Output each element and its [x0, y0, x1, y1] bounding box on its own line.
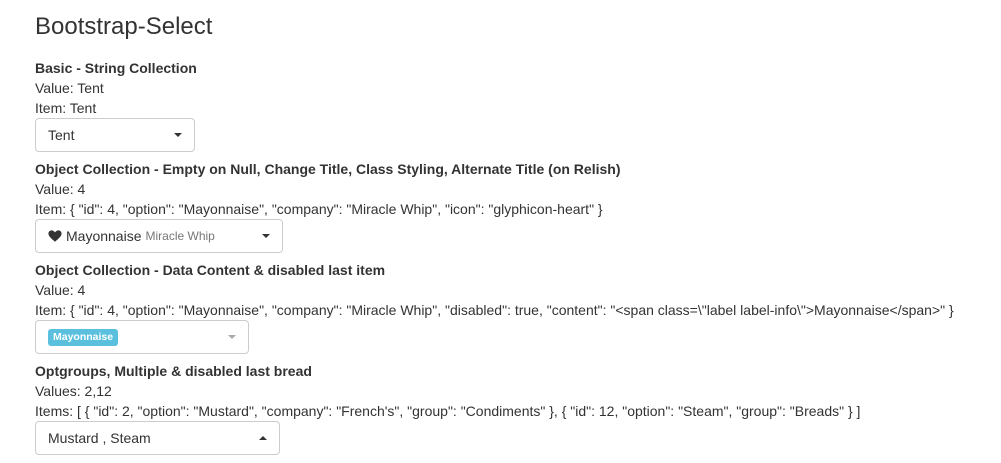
section-object-collection: Object Collection - Empty on Null, Chang…: [35, 159, 620, 253]
item-text: Item: Tent: [35, 100, 97, 116]
relish-select[interactable]: Mayonnaise Miracle Whip: [35, 219, 283, 253]
section-title: Object Collection - Empty on Null, Chang…: [35, 161, 621, 177]
value-text: Value: 4: [35, 282, 86, 298]
section-string-collection: Basic - String Collection Value: Tent It…: [35, 58, 197, 152]
caret-down-icon: [174, 133, 182, 137]
data-content-select[interactable]: Mayonnaise: [35, 320, 249, 354]
value-text: Values: 2,12: [35, 383, 112, 399]
item-text: Item: { "id": 4, "option": "Mayonnaise",…: [35, 201, 603, 217]
label-info-badge: Mayonnaise: [48, 328, 119, 346]
caret-down-icon: [228, 335, 236, 339]
caret-down-icon: [262, 234, 270, 238]
value-text: Value: 4: [35, 181, 86, 197]
select-label: Tent: [48, 127, 75, 143]
caret-up-icon: [259, 436, 267, 440]
item-text: Items: [ { "id": 2, "option": "Mustard",…: [35, 403, 861, 419]
value-text: Value: Tent: [35, 80, 104, 96]
section-title: Object Collection - Data Content & disab…: [35, 262, 386, 278]
section-optgroups: Optgroups, Multiple & disabled last brea…: [35, 361, 860, 455]
tent-select[interactable]: Tent: [35, 118, 195, 152]
item-text: Item: { "id": 4, "option": "Mayonnaise",…: [35, 302, 954, 318]
section-title: Basic - String Collection: [35, 60, 197, 76]
select-label: Mustard , Steam: [48, 430, 151, 446]
select-label: Mayonnaise: [66, 228, 142, 244]
page-title: Bootstrap-Select: [35, 13, 213, 40]
select-subtext: Miracle Whip: [145, 229, 215, 243]
optgroups-multiple-select[interactable]: Mustard , Steam: [35, 421, 280, 455]
heart-icon: [48, 230, 62, 242]
section-data-content: Object Collection - Data Content & disab…: [35, 260, 954, 354]
section-title: Optgroups, Multiple & disabled last brea…: [35, 363, 312, 379]
